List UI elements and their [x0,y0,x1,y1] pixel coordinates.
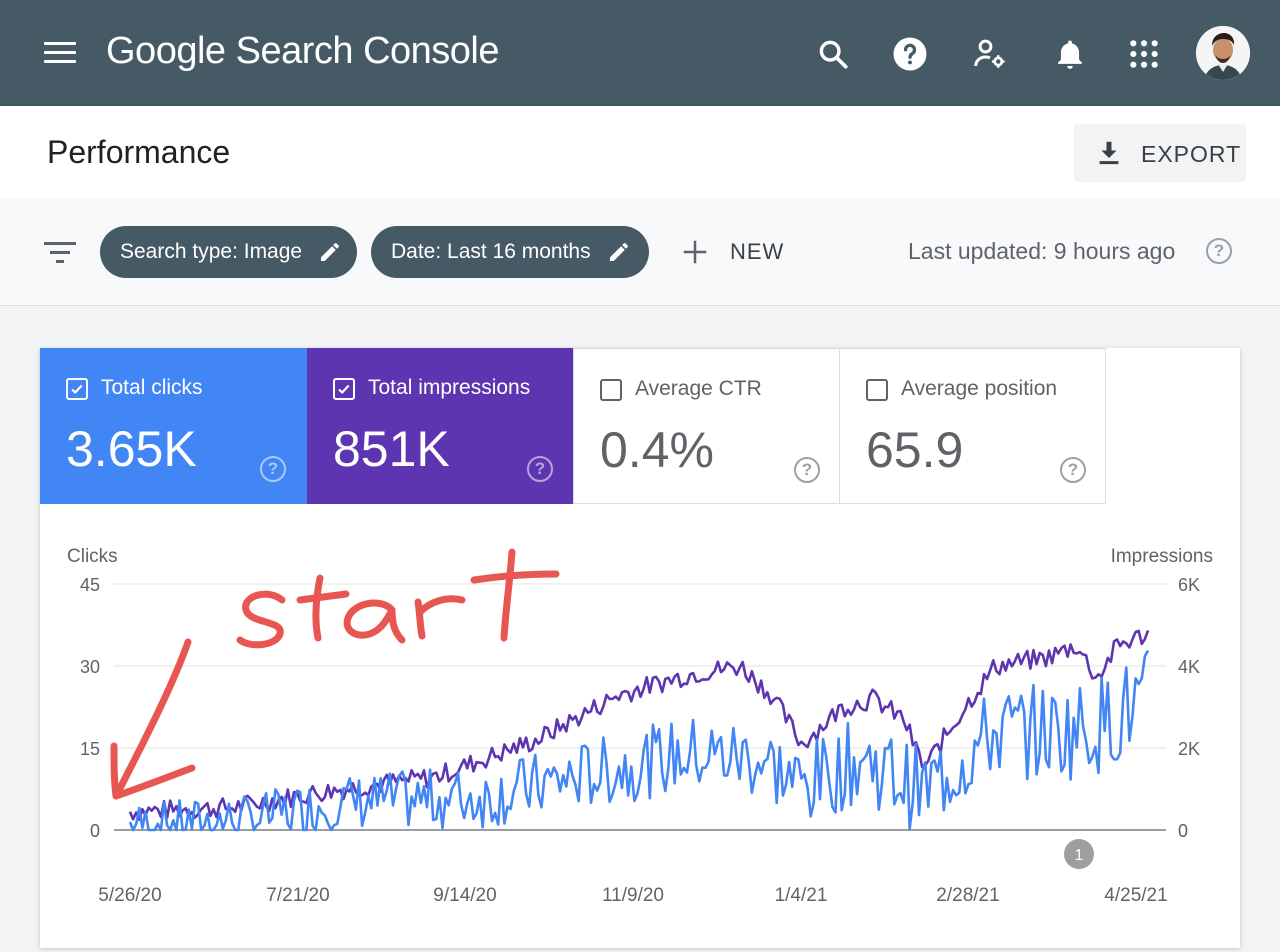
y-tick-right: 6K [1178,575,1200,595]
annotation-marker-label: 1 [1075,847,1084,864]
x-tick-label: 1/4/21 [775,885,828,906]
y-tick-left: 30 [80,657,100,677]
x-tick-label: 4/25/21 [1104,885,1167,906]
performance-chart: 45 6K 30 4K 15 2K 0 0 Clicks Impressions 5/26/20 7/… [67,546,1213,906]
x-tick-label: 2/28/21 [936,885,999,906]
y-tick-left: 45 [80,575,100,595]
x-tick-label: 7/21/20 [266,885,329,906]
x-tick-label: 11/9/20 [602,885,664,906]
x-tick-label: 9/14/20 [433,885,496,906]
y-axis-label-left: Clicks [67,546,118,567]
y-tick-left: 0 [90,821,100,841]
y-axis-label-right: Impressions [1111,546,1213,567]
y-tick-left: 15 [80,739,100,759]
x-tick-label: 5/26/20 [98,885,161,906]
y-tick-right: 0 [1178,821,1188,841]
y-tick-right: 2K [1178,739,1200,759]
clicks-series-line [128,649,1150,832]
y-tick-right: 4K [1178,657,1200,677]
